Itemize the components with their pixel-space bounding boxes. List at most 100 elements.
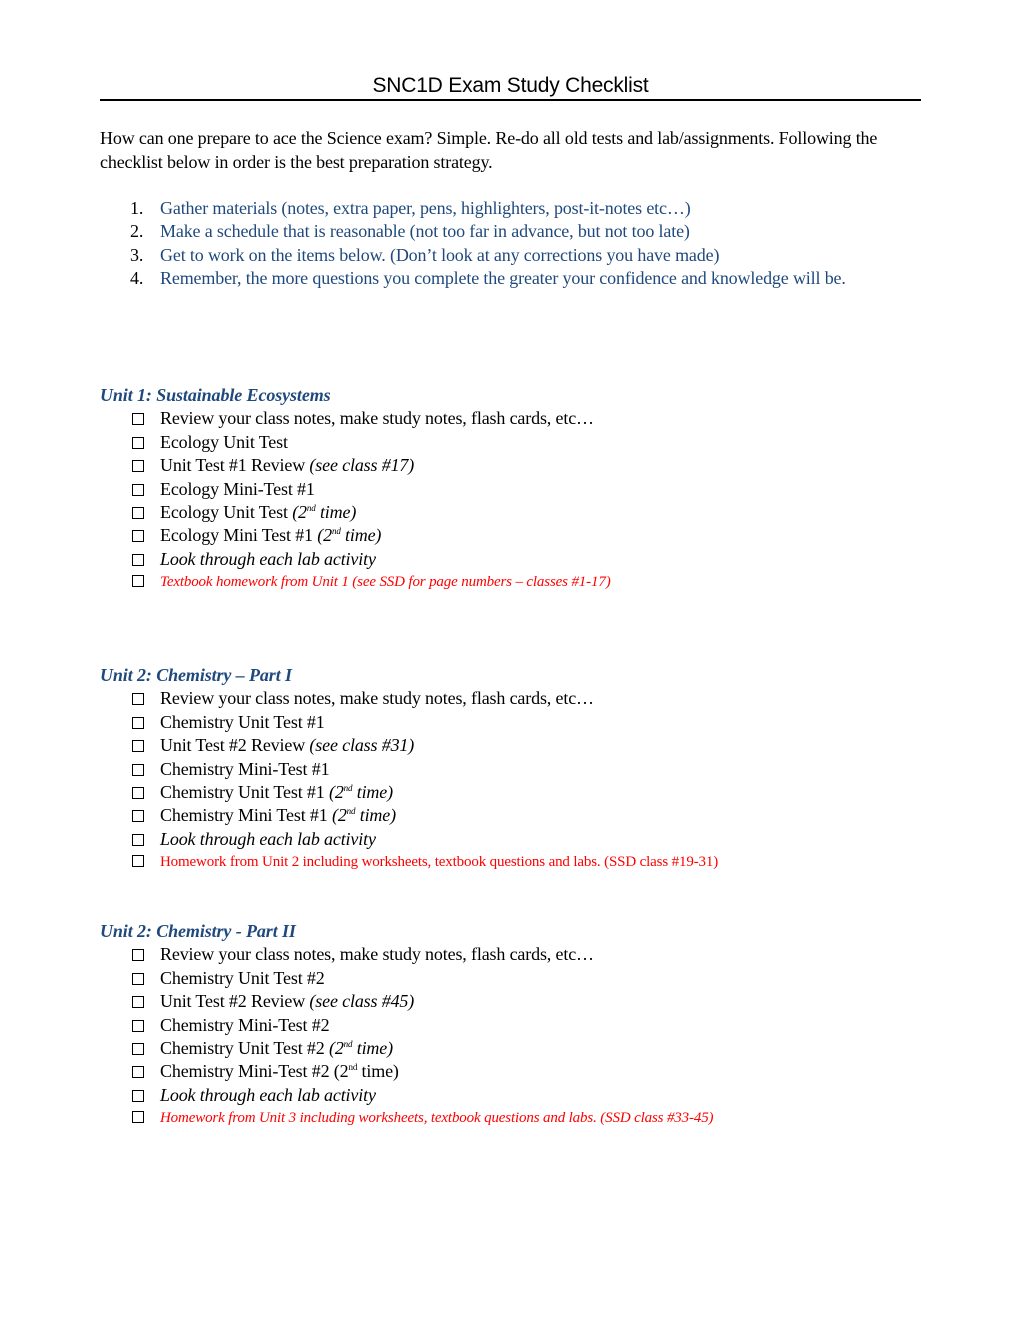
step-item: 4. Remember, the more questions you compl… bbox=[100, 267, 860, 290]
step-number: 4. bbox=[130, 268, 144, 289]
checklist-item[interactable]: Review your class notes, make study note… bbox=[100, 687, 930, 710]
item-note: (see class #31) bbox=[309, 735, 415, 756]
checklist-item[interactable]: Chemistry Mini-Test #2 (2nd time) bbox=[100, 1060, 930, 1083]
checklist-item[interactable]: Unit Test #2 Review (see class #45) bbox=[100, 990, 930, 1013]
item-text: Review your class notes, make study note… bbox=[160, 944, 594, 965]
item-text: Chemistry Unit Test #1 bbox=[160, 711, 325, 732]
section-heading: Unit 2: Chemistry – Part I bbox=[100, 665, 292, 685]
item-text: Review your class notes, make study note… bbox=[160, 688, 594, 709]
step-text: Make a schedule that is reasonable (not … bbox=[160, 221, 690, 242]
checkbox-icon[interactable] bbox=[132, 436, 144, 449]
checklist-item[interactable]: Unit Test #1 Review (see class #17) bbox=[100, 454, 930, 477]
checkbox-icon[interactable] bbox=[132, 763, 144, 776]
item-text: Ecology Mini Test #1 bbox=[160, 525, 318, 546]
item-text: Unit Test #1 Review bbox=[160, 455, 310, 476]
checkbox-icon[interactable] bbox=[132, 740, 144, 753]
document-title: SNC1D Exam Study Checklist bbox=[372, 74, 649, 97]
checkbox-icon[interactable] bbox=[132, 530, 144, 543]
item-note: (2nd time) bbox=[317, 525, 382, 546]
title-underline bbox=[100, 99, 921, 101]
section-unit-2-part-1: Unit 2: Chemistry – Part I Review your c… bbox=[100, 664, 930, 875]
checklist-item[interactable]: Review your class notes, make study note… bbox=[100, 407, 930, 430]
checklist: Review your class notes, make study note… bbox=[100, 407, 930, 594]
checklist-item[interactable]: Look through each lab activity bbox=[100, 548, 930, 571]
step-item: 2. Make a schedule that is reasonable (no… bbox=[100, 220, 860, 243]
checklist-item[interactable]: Ecology Mini Test #1 (2nd time) bbox=[100, 524, 930, 547]
item-note: (see class #45) bbox=[309, 991, 415, 1012]
checkbox-icon[interactable] bbox=[132, 810, 144, 823]
checklist-item-homework[interactable]: Homework from Unit 3 including worksheet… bbox=[100, 1107, 930, 1130]
checkbox-icon[interactable] bbox=[132, 413, 144, 426]
checklist-item[interactable]: Unit Test #2 Review (see class #31) bbox=[100, 734, 930, 757]
section-unit-1: Unit 1: Sustainable Ecosystems Review yo… bbox=[100, 384, 930, 595]
item-note: (2nd time) bbox=[292, 502, 357, 523]
item-text: Look through each lab activity bbox=[160, 548, 376, 569]
item-note: (2nd time) bbox=[328, 1038, 393, 1059]
checkbox-icon[interactable] bbox=[132, 833, 144, 846]
checklist-item[interactable]: Ecology Mini-Test #1 bbox=[100, 478, 930, 501]
checkbox-icon[interactable] bbox=[132, 787, 144, 800]
checklist: Review your class notes, make study note… bbox=[100, 943, 930, 1130]
checkbox-icon[interactable] bbox=[132, 553, 144, 566]
checklist-item[interactable]: Look through each lab activity bbox=[100, 828, 930, 851]
checkbox-icon[interactable] bbox=[132, 716, 144, 729]
checklist-item[interactable]: Chemistry Unit Test #2 bbox=[100, 967, 930, 990]
item-note: (2nd time) bbox=[328, 782, 393, 803]
step-text: Get to work on the items below. (Don’t l… bbox=[160, 244, 720, 265]
step-number: 1. bbox=[130, 198, 144, 218]
checklist-item[interactable]: Chemistry Unit Test #2 (2nd time) bbox=[100, 1037, 930, 1060]
section-unit-2-part-2: Unit 2: Chemistry - Part II Review your … bbox=[100, 920, 930, 1131]
checkbox-icon[interactable] bbox=[132, 693, 144, 706]
checkbox-icon[interactable] bbox=[132, 507, 144, 520]
checklist-item[interactable]: Ecology Unit Test bbox=[100, 431, 930, 454]
item-text: Homework from Unit 3 including worksheet… bbox=[160, 1110, 714, 1127]
item-note: (2nd time) bbox=[331, 805, 396, 826]
item-text: Review your class notes, make study note… bbox=[160, 408, 594, 429]
step-number: 3. bbox=[130, 244, 144, 265]
item-text: Textbook homework from Unit 1 (see SSD f… bbox=[160, 574, 611, 591]
step-text: Gather materials (notes, extra paper, pe… bbox=[160, 198, 691, 218]
item-text: Ecology Unit Test bbox=[160, 431, 288, 452]
item-text: Homework from Unit 2 including worksheet… bbox=[160, 854, 719, 871]
step-number: 2. bbox=[130, 221, 144, 242]
item-text: Chemistry Unit Test #2 bbox=[160, 967, 325, 988]
item-text: Chemistry Mini-Test #2 bbox=[160, 1014, 330, 1035]
item-text: Ecology Mini-Test #1 bbox=[160, 478, 315, 499]
item-text: Chemistry Mini Test #1 bbox=[160, 805, 332, 826]
preparation-steps: 1. Gather materials (notes, extra paper, … bbox=[100, 197, 860, 291]
checkbox-icon[interactable] bbox=[132, 1111, 144, 1124]
checklist-item-homework[interactable]: Homework from Unit 2 including worksheet… bbox=[100, 851, 930, 874]
checklist-item[interactable]: Chemistry Mini-Test #2 bbox=[100, 1014, 930, 1037]
checkbox-icon[interactable] bbox=[132, 1066, 144, 1079]
item-text: Chemistry Mini-Test #2 (2 bbox=[160, 1061, 349, 1082]
checklist: Review your class notes, make study note… bbox=[100, 687, 930, 874]
item-text: Ecology Unit Test bbox=[160, 502, 293, 523]
checklist-item[interactable]: Chemistry Mini-Test #1 bbox=[100, 758, 930, 781]
checklist-item[interactable]: Ecology Unit Test (2nd time) bbox=[100, 501, 930, 524]
item-text: Chemistry Unit Test #2 bbox=[160, 1038, 329, 1059]
item-text: Look through each lab activity bbox=[160, 828, 376, 849]
checkbox-icon[interactable] bbox=[132, 575, 144, 588]
item-sup: nd bbox=[348, 1062, 358, 1073]
checkbox-icon[interactable] bbox=[132, 996, 144, 1009]
step-item: 3. Get to work on the items below. (Don’t… bbox=[100, 244, 860, 267]
section-heading: Unit 2: Chemistry - Part II bbox=[100, 921, 296, 941]
step-text: Remember, the more questions you complet… bbox=[160, 268, 846, 289]
checkbox-icon[interactable] bbox=[132, 855, 144, 868]
checkbox-icon[interactable] bbox=[132, 1043, 144, 1056]
section-heading: Unit 1: Sustainable Ecosystems bbox=[100, 385, 331, 405]
checklist-item[interactable]: Review your class notes, make study note… bbox=[100, 943, 930, 966]
checkbox-icon[interactable] bbox=[132, 460, 144, 473]
checkbox-icon[interactable] bbox=[132, 972, 144, 985]
step-item: 1. Gather materials (notes, extra paper, … bbox=[100, 197, 860, 220]
checkbox-icon[interactable] bbox=[132, 1019, 144, 1032]
checklist-item-homework[interactable]: Textbook homework from Unit 1 (see SSD f… bbox=[100, 571, 930, 594]
checklist-item[interactable]: Chemistry Mini Test #1 (2nd time) bbox=[100, 804, 930, 827]
checkbox-icon[interactable] bbox=[132, 1089, 144, 1102]
checklist-item[interactable]: Chemistry Unit Test #1 (2nd time) bbox=[100, 781, 930, 804]
checklist-item[interactable]: Chemistry Unit Test #1 bbox=[100, 711, 930, 734]
item-text-post: time) bbox=[357, 1061, 399, 1082]
checklist-item[interactable]: Look through each lab activity bbox=[100, 1084, 930, 1107]
checkbox-icon[interactable] bbox=[132, 949, 144, 962]
checkbox-icon[interactable] bbox=[132, 483, 144, 496]
